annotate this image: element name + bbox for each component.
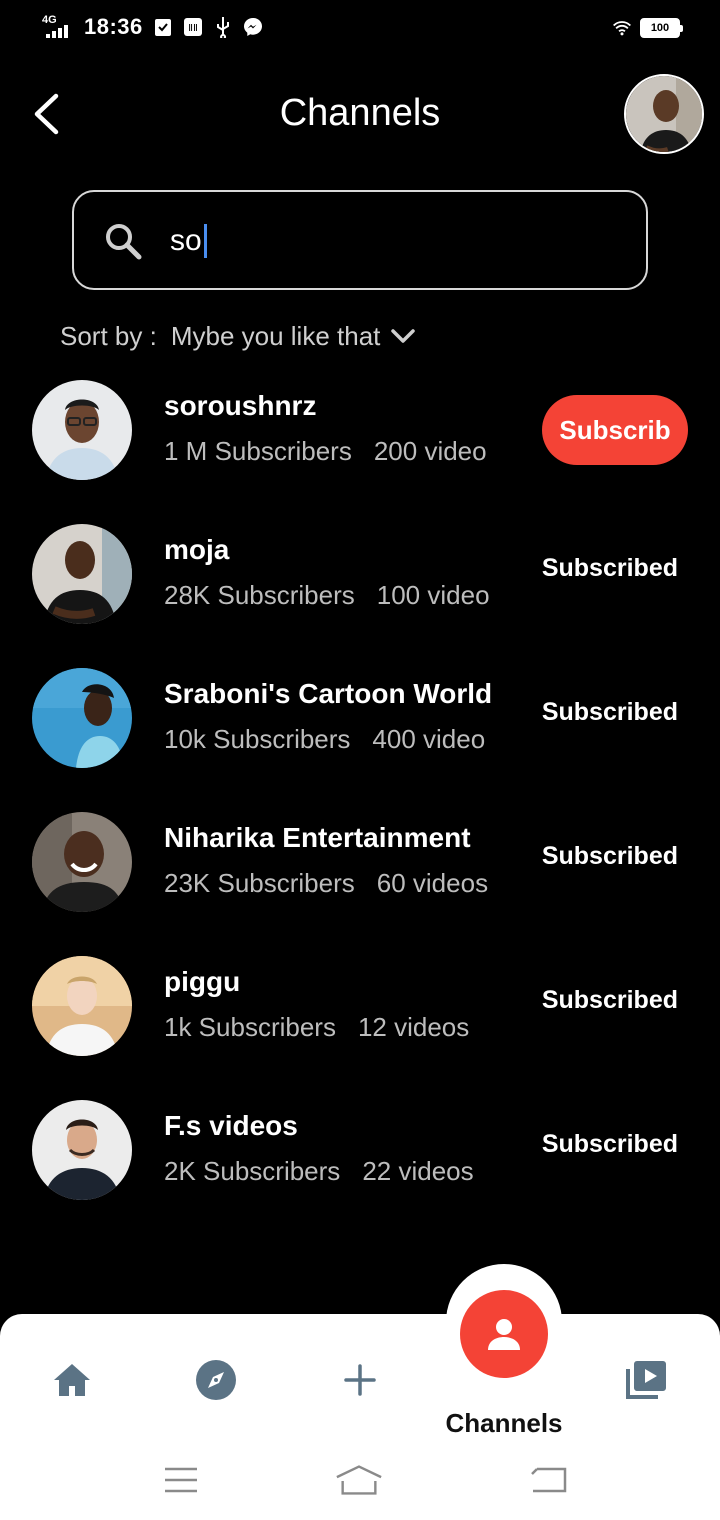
keypad-icon: ⅡⅡ [183,17,203,37]
usb-icon [213,17,233,38]
bottom-nav: Channels [0,1314,720,1520]
subscriber-count: 28K Subscribers [164,580,355,610]
video-library-icon [626,1361,666,1399]
search-icon [102,220,146,269]
channel-meta: 1k Subscribers 12 videos [164,1012,469,1043]
sort-dropdown[interactable]: Mybe you like that [171,321,417,352]
menu-icon [165,1467,197,1493]
video-count: 400 video [372,724,486,754]
channel-row[interactable]: soroushnrz 1 M Subscribers 200 video Sub… [0,380,720,500]
subscriber-count: 23K Subscribers [164,868,355,898]
channel-row[interactable]: Sraboni's Cartoon World 10k Subscribers … [0,668,720,788]
channel-name: Niharika Entertainment [164,822,471,853]
video-count: 22 videos [362,1156,474,1186]
status-bar: 4G 18:36 ⅡⅡ 100 [0,0,720,60]
nav-explore[interactable] [186,1350,246,1410]
status-time: 18:36 [84,14,143,39]
subscribed-button[interactable]: Subscribed [542,554,678,583]
channel-name: Sraboni's Cartoon World [164,678,493,709]
video-count: 60 videos [376,868,489,898]
channel-name: F.s videos [164,1110,298,1141]
home-icon [54,1364,90,1396]
channel-meta: 23K Subscribers 60 videos [164,868,488,899]
channel-row[interactable]: piggu 1k Subscribers 12 videos Subscribe… [0,956,720,1076]
channel-avatar [32,524,132,624]
text-caret [203,224,207,258]
person-icon [488,1319,520,1350]
search-box[interactable]: so [72,190,648,290]
home-outline-icon [336,1465,382,1495]
user-avatar[interactable] [624,74,704,154]
video-count: 12 videos [357,1012,470,1042]
channel-avatar [32,956,132,1056]
channel-avatar [32,380,132,480]
cellular-signal-icon: 4G [42,14,74,40]
channel-row[interactable]: Niharika Entertainment 23K Subscribers 6… [0,812,720,932]
channel-name: piggu [164,966,241,997]
search-input[interactable]: so [170,216,207,266]
sort-selector[interactable]: Sort by : Mybe you like that [60,316,416,356]
subscribed-button[interactable]: Subscribed [542,986,678,1015]
subscribed-button[interactable]: Subscribed [542,1130,678,1159]
subscriber-count: 10k Subscribers [164,724,351,754]
channel-row[interactable]: F.s videos 2K Subscribers 22 videos Subs… [0,1100,720,1220]
subscriber-count: 2K Subscribers [164,1156,341,1186]
subscribe-button[interactable]: Subscrib [542,395,688,465]
battery-icon: 100 [640,18,683,38]
video-count: 200 video [373,436,487,466]
chevron-down-icon [391,329,416,343]
channel-meta: 28K Subscribers 100 video [164,580,490,611]
nav-home[interactable] [42,1350,102,1410]
nav-library[interactable] [616,1350,676,1410]
channel-row[interactable]: moja 28K Subscribers 100 video Subscribe… [0,524,720,644]
channel-meta: 2K Subscribers 22 videos [164,1156,474,1187]
subscribed-button[interactable]: Subscribed [542,698,678,727]
clipboard-check-icon [153,17,173,37]
sort-label: Sort by : [60,320,157,351]
explore-icon [196,1360,236,1400]
system-menu-button[interactable] [156,1462,206,1498]
channel-name: moja [164,534,230,565]
channel-meta: 10k Subscribers 400 video [164,724,485,755]
wifi-icon [612,18,632,38]
sort-value: Mybe you like that [170,320,381,351]
return-icon [531,1467,567,1493]
messenger-icon [243,17,263,37]
channel-avatar [32,1100,132,1200]
channel-meta: 1 M Subscribers 200 video [164,436,487,467]
channel-name: soroushnrz [164,390,317,421]
channel-avatar [32,812,132,912]
video-count: 100 video [376,580,490,610]
channel-avatar [32,668,132,768]
subscriber-count: 1k Subscribers [164,1012,336,1042]
svg-text:ⅡⅡ: ⅡⅡ [188,23,198,34]
subscriber-count: 1 M Subscribers [164,436,352,466]
subscribed-button[interactable]: Subscribed [542,842,678,871]
nav-add[interactable] [330,1350,390,1410]
app-header: Channels [0,70,720,160]
system-home-button[interactable] [334,1462,384,1498]
nav-channels-label: Channels [445,1408,563,1438]
page-title: Channels [279,92,441,134]
add-icon [344,1364,376,1396]
system-back-button[interactable] [524,1462,574,1498]
nav-channels[interactable] [460,1290,548,1378]
